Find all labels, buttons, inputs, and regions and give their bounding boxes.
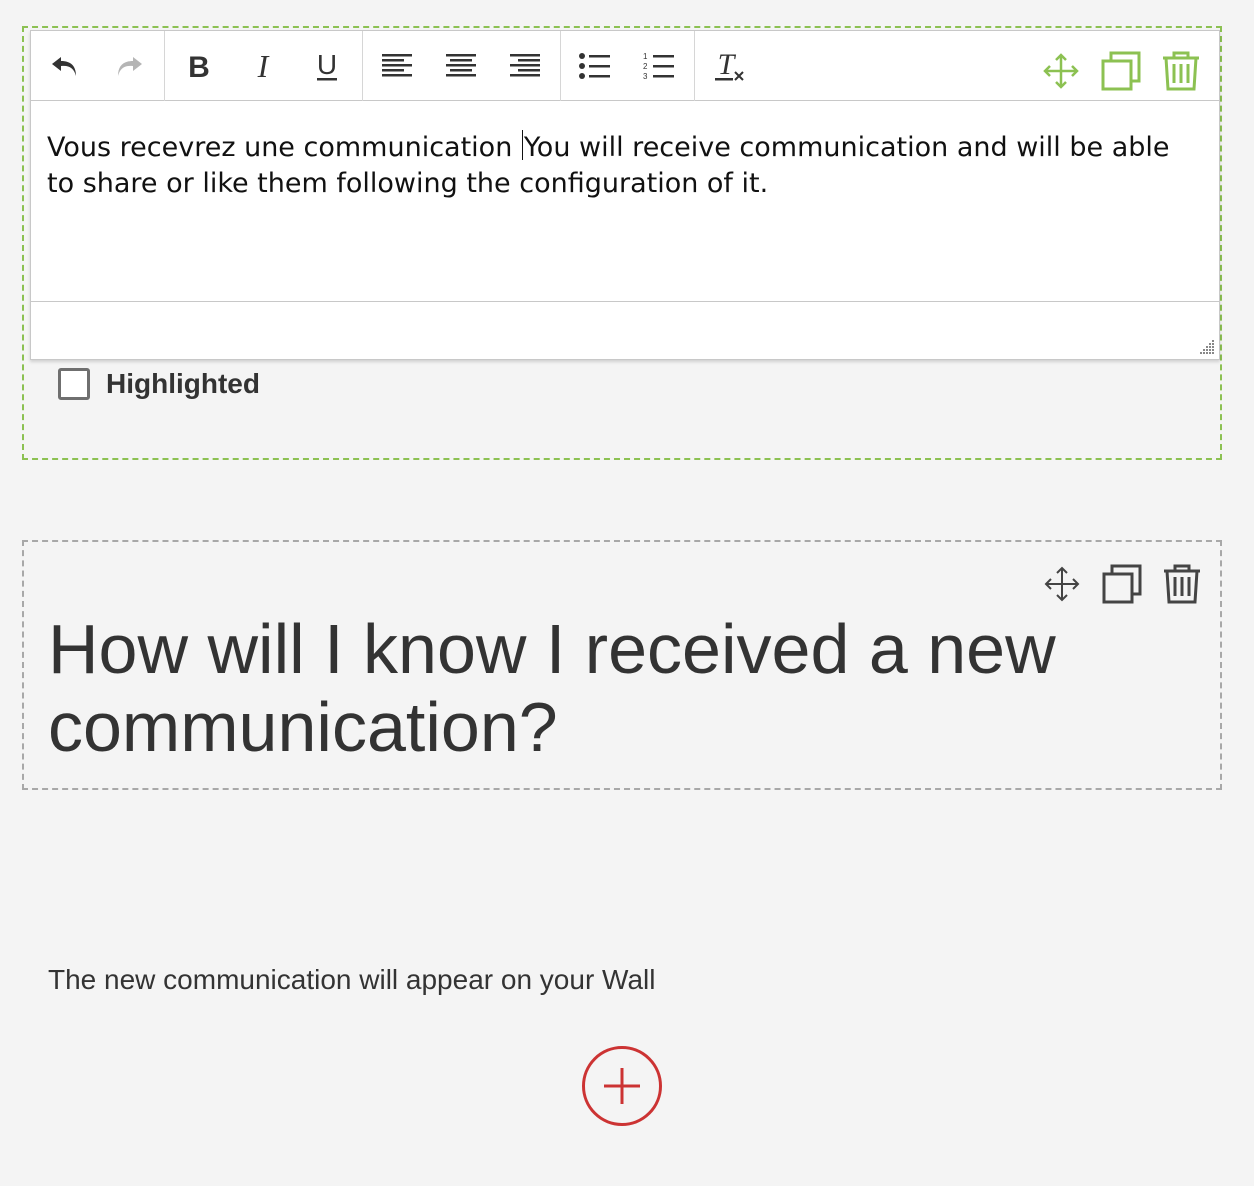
align-right-icon	[510, 54, 540, 77]
duplicate-icon	[1102, 564, 1142, 604]
editor-toolbar: B I U 1 2 3 T	[31, 31, 1219, 101]
numbered-list-icon: 123	[643, 52, 674, 81]
italic-button[interactable]: I	[239, 43, 287, 89]
highlighted-label: Highlighted	[106, 368, 260, 399]
svg-text:T: T	[718, 48, 737, 81]
svg-text:3: 3	[643, 72, 648, 81]
align-center-button[interactable]	[437, 43, 485, 89]
editor-status-bar	[31, 303, 1219, 359]
heading-block[interactable]: How will I know I received a new communi…	[22, 540, 1222, 790]
svg-text:I: I	[257, 48, 270, 84]
align-center-icon	[446, 54, 476, 77]
delete-button[interactable]	[1151, 49, 1211, 93]
clear-group: T	[695, 31, 765, 101]
duplicate-icon	[1101, 51, 1141, 91]
redo-button[interactable]	[105, 43, 153, 89]
bold-icon: B	[188, 51, 210, 84]
clear-formatting-button[interactable]: T	[705, 43, 753, 89]
align-group	[363, 31, 561, 101]
redo-icon	[118, 57, 142, 76]
question-heading: How will I know I received a new communi…	[48, 610, 1056, 766]
undo-button[interactable]	[41, 43, 89, 89]
svg-text:U: U	[317, 49, 337, 80]
rich-text-editor: B I U 1 2 3 T Vous recevrez une communic…	[30, 30, 1220, 360]
resize-handle-icon[interactable]	[1197, 337, 1215, 355]
move-icon	[1044, 566, 1080, 602]
editor-content[interactable]: Vous recevrez une communication You will…	[31, 102, 1219, 302]
svg-text:2: 2	[643, 62, 648, 71]
bulleted-list-button[interactable]	[571, 43, 619, 89]
numbered-list-button[interactable]: 123	[635, 43, 683, 89]
italic-icon: I	[257, 48, 270, 84]
history-group	[31, 31, 165, 101]
text-caret	[521, 130, 523, 160]
editor-block-actions	[1031, 49, 1211, 93]
move-button[interactable]	[1031, 49, 1091, 93]
highlighted-checkbox[interactable]	[58, 368, 90, 400]
list-group: 123	[561, 31, 695, 101]
delete-button[interactable]	[1152, 562, 1212, 606]
trash-icon	[1163, 51, 1199, 91]
align-right-button[interactable]	[501, 43, 549, 89]
clear-formatting-icon: T	[715, 48, 744, 81]
svg-text:B: B	[188, 51, 210, 84]
duplicate-button[interactable]	[1092, 562, 1152, 606]
undo-icon	[52, 57, 76, 76]
bold-button[interactable]: B	[175, 43, 223, 89]
align-left-button[interactable]	[373, 43, 421, 89]
svg-text:1: 1	[643, 52, 648, 61]
bulleted-list-icon	[579, 53, 610, 79]
highlighted-option: Highlighted	[58, 368, 260, 400]
content-prefix: Vous recevrez une communication	[47, 132, 521, 163]
add-block-button[interactable]	[582, 1046, 662, 1126]
heading-block-actions	[1032, 562, 1212, 606]
move-icon	[1043, 53, 1079, 89]
duplicate-button[interactable]	[1091, 49, 1151, 93]
trash-icon	[1164, 564, 1200, 604]
underline-button[interactable]: U	[303, 43, 351, 89]
underline-icon: U	[317, 49, 337, 81]
format-group: B I U	[165, 31, 363, 101]
move-button[interactable]	[1032, 562, 1092, 606]
editor-block: B I U 1 2 3 T Vous recevrez une communic…	[22, 26, 1222, 460]
align-left-icon	[382, 54, 412, 77]
answer-text[interactable]: The new communication will appear on you…	[48, 964, 655, 996]
plus-icon	[604, 1068, 640, 1104]
